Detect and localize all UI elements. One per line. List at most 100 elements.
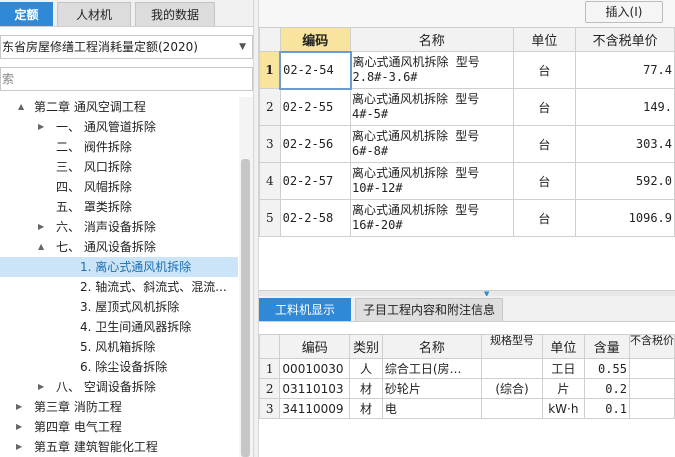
collapsed-arrow-icon[interactable]: ▶ (38, 117, 44, 137)
quota-price-cell[interactable]: 77.4 (575, 51, 675, 89)
quota-name-cell[interactable]: 离心式通风机拆除 型号6#-8# (350, 125, 514, 163)
expanded-arrow-icon[interactable]: ▲ (18, 97, 24, 117)
resource-quantity-cell[interactable]: 0.2 (583, 378, 630, 399)
search-input[interactable] (1, 68, 252, 90)
resource-quantity-cell[interactable]: 0.1 (583, 398, 630, 419)
tree-node[interactable]: ▶ 第四章 电气工程 (0, 417, 238, 437)
tab-resource-display[interactable]: 工料机显示 (259, 298, 351, 321)
quota-unit-cell[interactable]: 台 (512, 125, 577, 163)
collapsed-arrow-icon[interactable]: ▶ (16, 437, 22, 457)
tree-node[interactable]: ▶ 一、 通风管道拆除 (0, 117, 238, 137)
resource-unit-cell[interactable]: kW·h (542, 398, 585, 419)
quota-name-cell[interactable]: 离心式通风机拆除 型号2.8#-3.6# (350, 51, 514, 89)
resource-unit-cell[interactable]: 片 (542, 378, 585, 399)
collapsed-arrow-icon[interactable]: ▶ (16, 417, 22, 437)
tree-node[interactable]: ▲ 七、 通风设备拆除 (0, 237, 238, 257)
quota-name-cell[interactable]: 离心式通风机拆除 型号16#-20# (350, 199, 514, 237)
column-header-name[interactable]: 名称 (350, 27, 514, 52)
quota-code-cell[interactable]: 02-2-54 (279, 50, 352, 90)
resource-price-cell[interactable] (628, 378, 675, 399)
tree-node[interactable]: ▶ 第三章 消防工程 (0, 397, 238, 417)
row-number-header (259, 27, 281, 52)
quota-name-cell[interactable]: 离心式通风机拆除 型号4#-5# (350, 88, 514, 126)
column-header-code[interactable]: 编码 (279, 334, 351, 359)
resource-spec-cell[interactable] (480, 398, 544, 419)
resource-category-cell[interactable]: 材 (349, 398, 383, 419)
resource-spec-cell[interactable]: (综合) (480, 378, 544, 399)
quota-table-row[interactable]: 5 02-2-58 离心式通风机拆除 型号16#-20# 台 1096.9 (259, 199, 675, 237)
quota-code-cell[interactable]: 02-2-55 (279, 88, 352, 126)
quota-name-cell[interactable]: 离心式通风机拆除 型号10#-12# (350, 162, 514, 200)
quota-table-row[interactable]: 2 02-2-55 离心式通风机拆除 型号4#-5# 台 149. (259, 88, 675, 126)
expanded-arrow-icon[interactable]: ▲ (38, 237, 44, 257)
column-header-price[interactable]: 不含税单价 (575, 27, 675, 52)
quota-price-cell[interactable]: 149. (575, 88, 675, 126)
tree-node[interactable]: 6. 除尘设备拆除 (0, 357, 238, 377)
column-header-name[interactable]: 名称 (381, 334, 482, 359)
resource-category-cell[interactable]: 材 (349, 378, 383, 399)
resource-quantity-cell[interactable]: 0.55 (583, 358, 630, 379)
tree-scrollbar-thumb[interactable] (241, 159, 250, 457)
tree-node[interactable]: 2. 轴流式、斜流式、混流... (0, 277, 238, 297)
resource-category-cell[interactable]: 人 (349, 358, 383, 379)
collapsed-arrow-icon[interactable]: ▶ (38, 377, 44, 397)
resource-name-cell[interactable]: 综合工日(房… (381, 358, 482, 379)
tree-node[interactable]: 1. 离心式通风机拆除 (0, 257, 238, 277)
quota-price-cell[interactable]: 1096.9 (575, 199, 675, 237)
resource-name-cell[interactable]: 砂轮片 (381, 378, 482, 399)
tab-labor-material-machine[interactable]: 人材机 (57, 2, 131, 26)
resource-code-cell[interactable]: 34110009 (279, 398, 351, 419)
resource-unit-cell[interactable]: 工日 (542, 358, 585, 379)
tree-node[interactable]: 五、 罩类拆除 (0, 197, 238, 217)
quota-price-cell[interactable]: 592.0 (575, 162, 675, 200)
quota-table-row[interactable]: 3 02-2-56 离心式通风机拆除 型号6#-8# 台 303.4 (259, 125, 675, 163)
resource-table-row[interactable]: 3 34110009 材电 kW·h 0.1 (259, 398, 675, 419)
resource-table-row[interactable]: 2 03110103 材砂轮片 (综合) 片 0.2 (259, 378, 675, 399)
quota-code-cell[interactable]: 02-2-58 (279, 199, 352, 237)
tree-node[interactable]: ▶ 八、 空调设备拆除 (0, 377, 238, 397)
tab-work-content-notes[interactable]: 子目工程内容和附注信息 (355, 298, 503, 321)
resource-price-cell[interactable] (628, 398, 675, 419)
tree-node[interactable]: 四、 风帽拆除 (0, 177, 238, 197)
resource-table-row[interactable]: 1 00010030 人综合工日(房… 工日 0.55 (259, 358, 675, 379)
search-field[interactable] (0, 67, 253, 91)
quota-code-cell[interactable]: 02-2-57 (279, 162, 352, 200)
column-header-unit[interactable]: 单位 (542, 334, 585, 359)
collapsed-arrow-icon[interactable]: ▶ (38, 217, 44, 237)
tab-quota[interactable]: 定额 (0, 2, 53, 26)
quota-unit-cell[interactable]: 台 (512, 199, 577, 237)
tree-node[interactable]: ▲ 第二章 通风空调工程 (0, 97, 238, 117)
resource-spec-cell[interactable] (480, 358, 544, 379)
column-header-price-excl-tax[interactable]: 不含税价 (628, 334, 675, 359)
quota-library-select[interactable]: 东省房屋修缮工程消耗量定额(2020) ▼ (0, 35, 253, 59)
quota-table-row[interactable]: 1 02-2-54 离心式通风机拆除 型号2.8#-3.6# 台 77.4 (259, 50, 675, 90)
quota-table-row[interactable]: 4 02-2-57 离心式通风机拆除 型号10#-12# 台 592.0 (259, 162, 675, 200)
tree-node[interactable]: 4. 卫生间通风器拆除 (0, 317, 238, 337)
quota-unit-cell[interactable]: 台 (512, 51, 577, 89)
tab-my-data[interactable]: 我的数据 (135, 2, 215, 26)
tree-node[interactable]: ▶ 六、 消声设备拆除 (0, 217, 238, 237)
tree-node[interactable]: 3. 屋顶式风机拆除 (0, 297, 238, 317)
column-header-spec[interactable]: 规格型号 (480, 334, 544, 359)
column-header-category[interactable]: 类别 (349, 334, 383, 359)
column-header-unit[interactable]: 单位 (512, 27, 577, 52)
quota-price-cell[interactable]: 303.4 (575, 125, 675, 163)
resource-name-cell[interactable]: 电 (381, 398, 482, 419)
tree-node[interactable]: 二、 阀件拆除 (0, 137, 238, 157)
quota-code-cell[interactable]: 02-2-56 (279, 125, 352, 163)
tree-node[interactable]: 三、 风口拆除 (0, 157, 238, 177)
resource-code-cell[interactable]: 03110103 (279, 378, 351, 399)
quota-unit-cell[interactable]: 台 (512, 88, 577, 126)
resource-code-cell[interactable]: 00010030 (279, 358, 351, 379)
tree-node[interactable]: 5. 风机箱拆除 (0, 337, 238, 357)
collapsed-arrow-icon[interactable]: ▶ (16, 397, 22, 417)
column-header-code[interactable]: 编码 (279, 27, 352, 52)
quota-unit-cell[interactable]: 台 (512, 162, 577, 200)
column-header-quantity[interactable]: 含量 (583, 334, 630, 359)
tree-scrollbar[interactable] (239, 97, 253, 457)
tree-node[interactable]: ▶ 第五章 建筑智能化工程 (0, 437, 238, 457)
tree-node-label: 八、 空调设备拆除 (56, 380, 156, 394)
chevron-down-icon[interactable]: ▼ (239, 36, 246, 58)
insert-button[interactable]: 插入(I) (585, 1, 663, 23)
resource-price-cell[interactable] (628, 358, 675, 379)
